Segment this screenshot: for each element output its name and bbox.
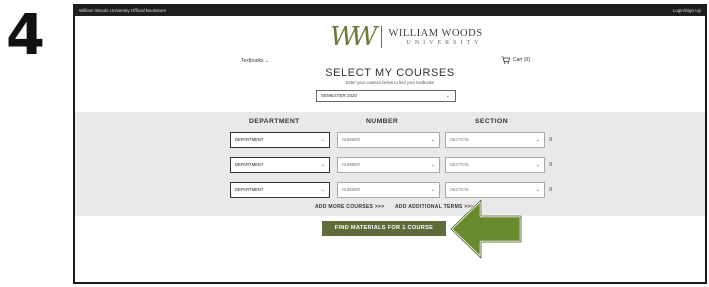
department-select-value: DEPARTMENT xyxy=(235,187,264,192)
section-select[interactable]: SECTION ⌄ xyxy=(445,157,545,173)
remove-course-button[interactable]: X xyxy=(549,182,552,198)
login-signup-link[interactable]: Login/Sign Up xyxy=(673,6,701,16)
logo-divider xyxy=(381,26,383,48)
department-select-value: DEPARTMENT xyxy=(235,137,264,142)
number-select-value: NUMBER xyxy=(342,137,361,142)
course-selection-panel: DEPARTMENT NUMBER SECTION DEPARTMENT ⌄ N… xyxy=(75,112,705,216)
chevron-down-icon: ⌄ xyxy=(535,137,540,143)
course-links: ADD MORE COURSES >>> ADD ADDITIONAL TERM… xyxy=(75,204,705,214)
number-select[interactable]: NUMBER ⌄ xyxy=(337,157,440,173)
chevron-down-icon: ⌄ xyxy=(430,187,435,193)
step-number: 4 xyxy=(6,3,45,68)
browser-screenshot-frame: William Woods University Official Bookst… xyxy=(73,4,707,284)
department-select[interactable]: DEPARTMENT ⌄ xyxy=(230,182,330,198)
number-select[interactable]: NUMBER ⌄ xyxy=(337,182,440,198)
number-select-value: NUMBER xyxy=(342,162,361,167)
section-column-header: SECTION xyxy=(475,118,509,125)
number-select[interactable]: NUMBER ⌄ xyxy=(337,132,440,148)
add-more-courses-link[interactable]: ADD MORE COURSES >>> xyxy=(315,204,385,210)
find-materials-button[interactable]: FIND MATERIALS FOR 1 COURSE xyxy=(322,221,446,236)
remove-course-button[interactable]: X xyxy=(549,157,552,173)
number-select-value: NUMBER xyxy=(342,187,361,192)
number-column-header: NUMBER xyxy=(366,118,399,125)
site-header: WW WILLIAM WOODS UNIVERSITY Textbooks ⌄ … xyxy=(75,16,705,71)
store-name: William Woods University Official Bookst… xyxy=(79,8,167,13)
textbooks-menu[interactable]: Textbooks ⌄ xyxy=(241,58,269,64)
logo-line-1: WILLIAM WOODS xyxy=(388,27,483,39)
section-select-value: SECTION xyxy=(450,187,469,192)
department-select[interactable]: DEPARTMENT ⌄ xyxy=(230,157,330,173)
page-subtitle: Enter your courses below to find your te… xyxy=(345,80,435,85)
chevron-down-icon: ⌄ xyxy=(320,137,325,143)
logo-mark: WW xyxy=(330,22,378,52)
chevron-down-icon: ⌄ xyxy=(320,187,325,193)
term-select-value: SEMESTER 2020 xyxy=(321,93,358,98)
chevron-down-icon: ⌄ xyxy=(430,137,435,143)
cart-icon xyxy=(501,56,510,64)
logo-line-2: UNIVERSITY xyxy=(406,39,483,46)
department-column-header: DEPARTMENT xyxy=(249,118,300,125)
cart-label: Cart (0) xyxy=(513,57,530,63)
chevron-down-icon: ⌄ xyxy=(320,162,325,168)
cart-link[interactable]: Cart (0) xyxy=(501,56,530,64)
chevron-down-icon: ⌄ xyxy=(430,162,435,168)
chevron-down-icon: ⌄ xyxy=(535,187,540,193)
university-logo[interactable]: WW WILLIAM WOODS UNIVERSITY xyxy=(330,24,483,50)
term-select[interactable]: SEMESTER 2020 ⌄ xyxy=(316,90,456,102)
department-select[interactable]: DEPARTMENT ⌄ xyxy=(230,132,330,148)
section-select[interactable]: SECTION ⌄ xyxy=(445,132,545,148)
section-select-value: SECTION xyxy=(450,162,469,167)
top-bar: William Woods University Official Bookst… xyxy=(75,6,705,16)
remove-course-button[interactable]: X xyxy=(549,132,552,148)
chevron-down-icon: ⌄ xyxy=(445,93,450,99)
chevron-down-icon: ⌄ xyxy=(535,162,540,168)
page-title: SELECT MY COURSES xyxy=(325,67,455,79)
department-select-value: DEPARTMENT xyxy=(235,162,264,167)
chevron-down-icon: ⌄ xyxy=(264,58,270,64)
section-select-value: SECTION xyxy=(450,137,469,142)
pointer-arrow-icon xyxy=(449,198,523,260)
textbooks-label: Textbooks xyxy=(241,58,264,64)
